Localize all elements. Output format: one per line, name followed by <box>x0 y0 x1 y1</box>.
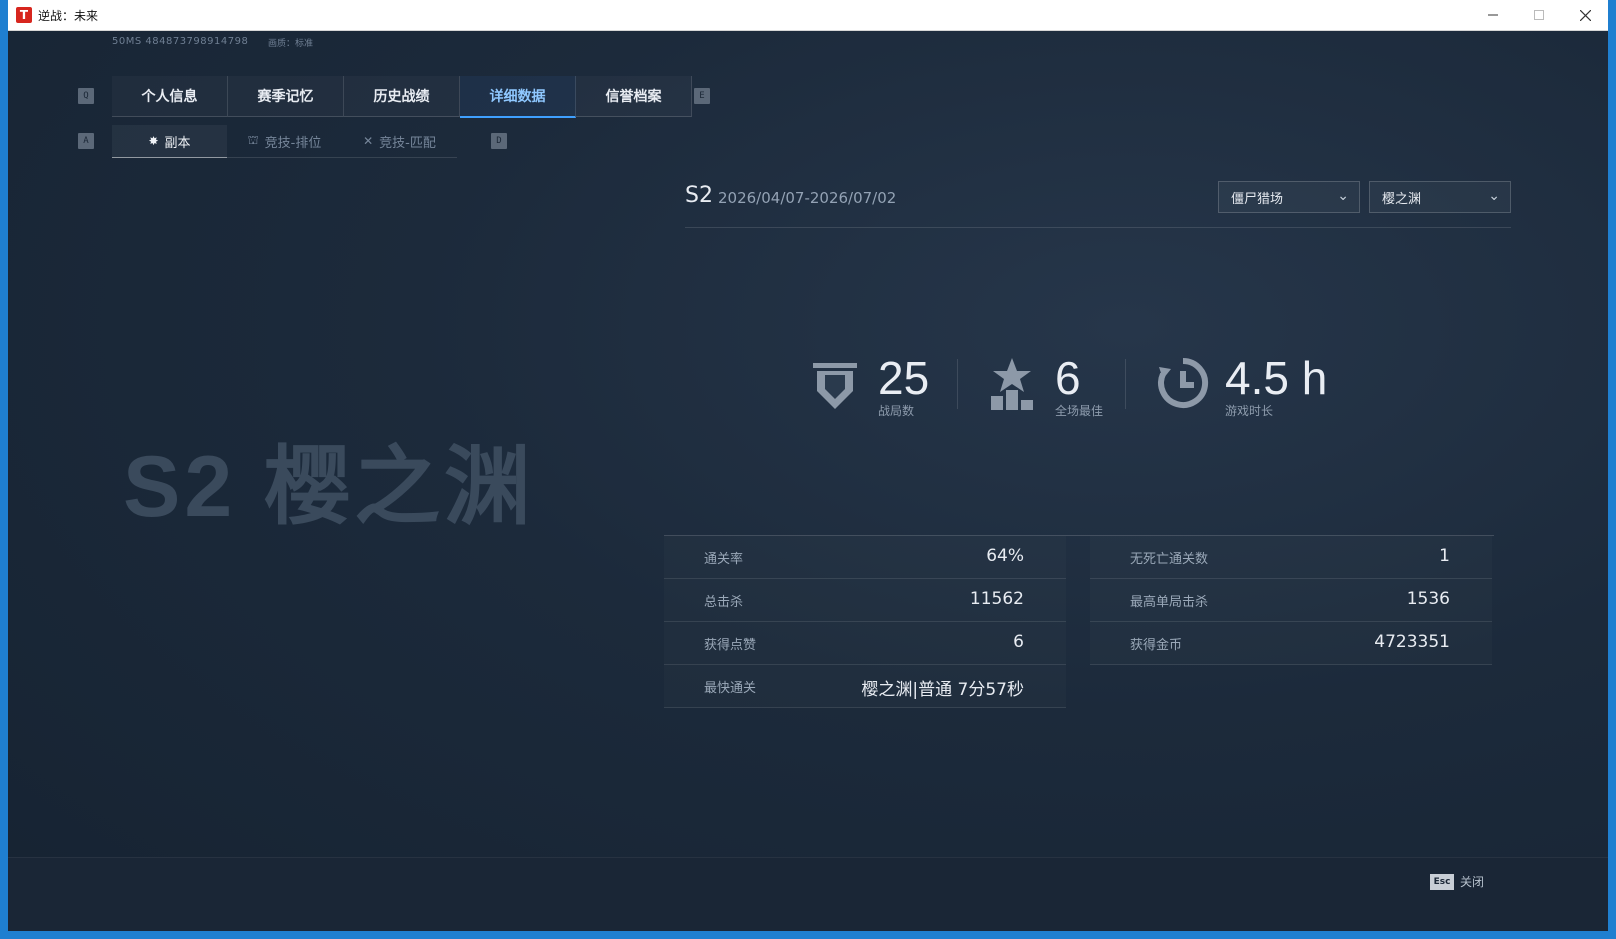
mode-dropdown-value: 僵尸猎场 <box>1231 191 1284 207</box>
subtab-ranked[interactable]: ⛫ 竞技-排位 <box>227 125 342 158</box>
detail-row-fastest-clear: 最快通关 樱之渊|普通 7分57秒 <box>664 665 1066 708</box>
game-window: T 逆战：未来 50MS 484873798914798 画质：标准 Q 个人信… <box>8 0 1608 931</box>
stat-mvp: 6 全场最佳 <box>989 351 1139 431</box>
tab-season-memory[interactable]: 赛季记忆 <box>228 76 344 117</box>
season-code: S2 <box>685 183 713 208</box>
tab-personal-info[interactable]: 个人信息 <box>112 76 228 117</box>
detail-label: 通关率 <box>704 552 744 567</box>
map-dropdown[interactable]: 樱之渊 ⌄ <box>1369 181 1511 213</box>
season-date-range: 2026/04/07-2026/07/02 <box>718 189 897 207</box>
key-hint-prev-tab: Q <box>78 88 94 104</box>
window-title: 逆战：未来 <box>38 8 99 23</box>
chevron-down-icon: ⌄ <box>1488 188 1500 204</box>
footer-bar: Esc 关闭 <box>8 857 1608 931</box>
bug-icon: ✸ <box>148 134 159 148</box>
stat-mvp-value: 6 <box>1055 352 1081 404</box>
stat-playtime-value: 4.5 h <box>1225 352 1328 404</box>
stat-mvp-label: 全场最佳 <box>1055 404 1104 418</box>
detail-value: 1 <box>1439 546 1450 566</box>
detail-row-deathless-clears: 无死亡通关数 1 <box>1090 536 1492 579</box>
clock-icon <box>1158 357 1209 408</box>
detail-row-clear-rate: 通关率 64% <box>664 536 1066 579</box>
detail-column-right: 无死亡通关数 1 最高单局击杀 1536 获得金币 4723351 <box>1090 536 1492 665</box>
detail-value: 1536 <box>1406 589 1450 609</box>
detail-label: 获得金币 <box>1130 638 1183 653</box>
detail-row-max-kills: 最高单局击杀 1536 <box>1090 579 1492 622</box>
close-window-button[interactable] <box>1562 0 1608 30</box>
detail-label: 无死亡通关数 <box>1130 552 1209 567</box>
season-header: S2 2026/04/07-2026/07/02 僵尸猎场 ⌄ 樱之渊 ⌄ <box>685 181 1511 228</box>
stat-playtime-label: 游戏时长 <box>1225 404 1274 418</box>
stat-divider <box>1125 359 1126 409</box>
detail-value: 6 <box>1013 632 1024 652</box>
esc-key-hint: Esc <box>1430 874 1454 890</box>
season-map-watermark: S2 樱之渊 <box>123 439 535 535</box>
chevron-down-icon: ⌄ <box>1337 188 1349 204</box>
detail-row-likes: 获得点赞 6 <box>664 622 1066 665</box>
subtab-casual-label: 竞技-匹配 <box>379 135 436 151</box>
crossed-swords-icon: ✕ <box>363 134 374 148</box>
maximize-icon <box>1534 10 1544 20</box>
helmet-icon: ⛫ <box>247 133 259 147</box>
close-panel-button[interactable]: 关闭 <box>1460 873 1484 890</box>
stat-matches-label: 战局数 <box>878 404 915 418</box>
detail-label: 获得点赞 <box>704 638 757 653</box>
shield-icon <box>813 363 857 409</box>
minimize-icon <box>1488 14 1498 16</box>
main-content: 50MS 484873798914798 画质：标准 Q 个人信息 赛季记忆 历… <box>8 31 1608 931</box>
detail-label: 最高单局击杀 <box>1130 595 1209 610</box>
detail-column-left: 通关率 64% 总击杀 11562 获得点赞 6 最快通关 樱之渊|普通 7分5… <box>664 536 1066 708</box>
detail-value: 64% <box>986 546 1024 566</box>
tab-detailed-data[interactable]: 详细数据 <box>460 76 576 118</box>
detail-value: 11562 <box>969 589 1024 609</box>
detail-stats-table: 通关率 64% 总击杀 11562 获得点赞 6 最快通关 樱之渊|普通 7分5… <box>664 535 1494 708</box>
detail-label: 最快通关 <box>704 681 757 696</box>
close-icon <box>1579 9 1591 21</box>
stat-divider <box>957 359 958 409</box>
sub-tab-bar: ✸ 副本 ⛫ 竞技-排位 ✕ 竞技-匹配 <box>112 125 457 158</box>
stat-playtime: 4.5 h 游戏时长 <box>1157 351 1377 431</box>
subtab-ranked-label: 竞技-排位 <box>264 135 322 151</box>
window-controls <box>1470 0 1608 30</box>
title-bar: T 逆战：未来 <box>8 0 1608 31</box>
stat-matches-value: 25 <box>878 352 930 404</box>
main-tab-bar: 个人信息 赛季记忆 历史战绩 详细数据 信誉档案 <box>112 76 692 118</box>
subtab-casual[interactable]: ✕ 竞技-匹配 <box>342 125 457 158</box>
tab-credit-record[interactable]: 信誉档案 <box>576 76 692 117</box>
subtab-dungeon-label: 副本 <box>164 135 191 151</box>
detail-value: 4723351 <box>1374 632 1450 652</box>
minimize-button[interactable] <box>1470 0 1516 30</box>
detail-label: 总击杀 <box>704 595 744 610</box>
key-hint-prev-subtab: A <box>78 133 94 149</box>
mode-dropdown[interactable]: 僵尸猎场 ⌄ <box>1218 181 1360 213</box>
ping-readout: 50MS 484873798914798 <box>112 36 249 47</box>
summary-stats: 25 战局数 6 全场最佳 4.5 h 游戏时长 <box>811 351 1371 431</box>
key-hint-next-tab: E <box>694 88 710 104</box>
tab-match-history[interactable]: 历史战绩 <box>344 76 460 117</box>
detail-value: 樱之渊|普通 7分57秒 <box>861 680 1024 700</box>
key-hint-next-subtab: D <box>491 133 507 149</box>
subtab-dungeon[interactable]: ✸ 副本 <box>112 125 227 158</box>
quality-readout: 画质：标准 <box>268 39 314 49</box>
detail-row-total-kills: 总击杀 11562 <box>664 579 1066 622</box>
map-dropdown-value: 樱之渊 <box>1382 191 1422 207</box>
maximize-button[interactable] <box>1516 0 1562 30</box>
detail-row-gold: 获得金币 4723351 <box>1090 622 1492 665</box>
app-logo-icon: T <box>16 7 32 23</box>
podium-star-icon <box>991 358 1033 410</box>
stat-matches: 25 战局数 <box>811 351 961 431</box>
